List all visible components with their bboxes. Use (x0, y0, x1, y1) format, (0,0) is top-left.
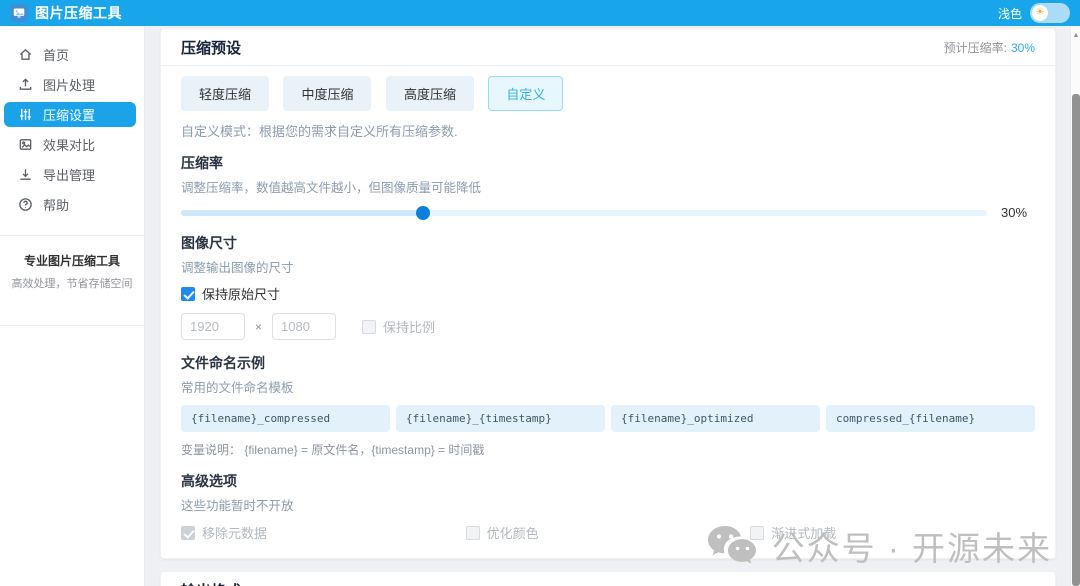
remove-metadata-label: 移除元数据 (202, 526, 268, 541)
sidebar-item-label: 效果对比 (43, 138, 96, 153)
section-description: 调整输出图像的尺寸 (181, 261, 294, 275)
preset-custom-button[interactable]: 自定义 (488, 76, 564, 111)
slider-thumb[interactable] (415, 205, 430, 220)
section-title: 文件命名示例 (181, 355, 265, 371)
remove-metadata-checkbox (181, 525, 195, 540)
sidebar-item-home[interactable]: 首页 (4, 42, 136, 67)
section-description: 常用的文件命名模板 (181, 381, 294, 395)
main-content: 压缩预设 预计压缩率: 30% 轻度压缩 中度压缩 高度压缩 自定义 自定义模式：… (146, 26, 1070, 586)
help-icon (19, 198, 32, 211)
optimize-colors-label: 优化颜色 (486, 526, 539, 541)
section-description: 这些功能暂时不开放 (181, 499, 294, 513)
section-title: 高级选项 (181, 473, 237, 489)
sidebar-item-help[interactable]: 帮助 (4, 192, 136, 217)
sidebar-footer-title: 专业图片压缩工具 (23, 254, 120, 268)
variable-note: 变量说明： {filename} = 原文件名，{timestamp} = 时间… (181, 443, 485, 457)
keep-ratio-label: 保持比例 (383, 320, 436, 335)
progressive-loading-label: 渐进式加载 (771, 526, 837, 541)
slider-fill (181, 209, 423, 216)
section-description: 调整压缩率，数值越高文件越小，但图像质量可能降低 (181, 181, 482, 195)
estimated-compression-rate: 预计压缩率: 30% (944, 39, 1035, 56)
output-format-card: 输出格式 保持原始格式 JPEG PNG WebP GIF 格式简介: (160, 571, 1056, 586)
times-symbol: × (255, 319, 263, 334)
keep-original-size-checkbox[interactable] (181, 286, 195, 301)
section-title: 图像尺寸 (181, 235, 237, 251)
filename-template-chip[interactable]: {filename}_{timestamp} (396, 405, 605, 432)
custom-mode-description: 自定义模式：根据您的需求自定义所有压缩参数. (181, 124, 458, 139)
app-header: 图片压缩工具 浅色 ☀ (0, 0, 1080, 26)
filename-template-chip[interactable]: {filename}_optimized (611, 405, 820, 432)
scrollbar-thumb[interactable] (1072, 94, 1080, 586)
app-title: 图片压缩工具 (35, 5, 122, 21)
filename-template-chip[interactable]: compressed_{filename} (826, 405, 1035, 432)
preset-buttons-row: 轻度压缩 中度压缩 高度压缩 自定义 (181, 76, 1035, 111)
sidebar-item-effect-comparison[interactable]: 效果对比 (4, 132, 136, 157)
preset-light-button[interactable]: 轻度压缩 (181, 76, 270, 111)
preset-high-button[interactable]: 高度压缩 (385, 76, 474, 111)
sidebar-item-label: 图片处理 (43, 78, 96, 93)
sidebar-item-label: 首页 (43, 48, 70, 63)
vertical-scrollbar[interactable]: ▲ (1070, 26, 1080, 586)
advanced-options-section: 高级选项 这些功能暂时不开放 移除元数据 优化颜色 渐进式加载 (181, 471, 1035, 542)
sidebar-footer-subtitle: 高效处理，节省存储空间 (11, 278, 133, 290)
sidebar-footer: 专业图片压缩工具 高效处理，节省存储空间 (0, 236, 144, 307)
preset-medium-button[interactable]: 中度压缩 (283, 76, 372, 111)
slider-value-label: 30% (1001, 205, 1028, 220)
estimate-value: 30% (1010, 41, 1035, 55)
theme-mode-label: 浅色 (997, 6, 1022, 21)
upload-icon (19, 78, 32, 90)
estimate-label: 预计压缩率: (943, 41, 1007, 55)
optimize-colors-checkbox (465, 525, 480, 540)
keep-ratio-checkbox (362, 319, 377, 334)
keep-original-size-label: 保持原始尺寸 (202, 287, 281, 302)
filename-example-section: 文件命名示例 常用的文件命名模板 {filename}_compressed {… (181, 353, 1035, 458)
sliders-icon (20, 108, 31, 121)
sidebar-item-image-processing[interactable]: 图片处理 (4, 72, 136, 97)
compression-rate-slider[interactable] (181, 205, 987, 220)
filename-template-chip[interactable]: {filename}_compressed (181, 405, 390, 432)
scroll-up-arrow-icon[interactable]: ▲ (1071, 32, 1080, 39)
card-title: 压缩预设 (181, 40, 242, 57)
card-title: 输出格式 (181, 580, 241, 586)
compare-image-icon (19, 139, 32, 150)
sidebar-item-label: 导出管理 (43, 168, 96, 183)
height-input (272, 313, 337, 340)
sidebar-item-compression-settings[interactable]: 压缩设置 (4, 102, 136, 127)
theme-toggle[interactable]: ☀ (1030, 3, 1070, 23)
sidebar-item-label: 帮助 (43, 198, 70, 213)
home-icon (19, 48, 32, 60)
compression-rate-section: 压缩率 调整压缩率，数值越高文件越小，但图像质量可能降低 30% (181, 153, 1035, 220)
sidebar: 首页 图片处理 压缩设置 效果对比 导出管理 帮助 专业图片压缩工具 高效处理，… (0, 26, 145, 586)
image-size-section: 图像尺寸 调整输出图像的尺寸 保持原始尺寸 × 保持比例 (181, 233, 1035, 340)
sun-icon: ☀ (1032, 5, 1048, 21)
app-logo-icon (10, 4, 28, 22)
section-title: 压缩率 (181, 155, 223, 171)
width-input (181, 313, 245, 340)
sidebar-item-label: 压缩设置 (43, 108, 96, 123)
download-icon (20, 169, 31, 180)
sidebar-item-export-management[interactable]: 导出管理 (4, 162, 136, 187)
compression-presets-card: 压缩预设 预计压缩率: 30% 轻度压缩 中度压缩 高度压缩 自定义 自定义模式：… (160, 28, 1056, 559)
progressive-loading-checkbox (750, 525, 765, 540)
sidebar-divider (0, 325, 144, 326)
